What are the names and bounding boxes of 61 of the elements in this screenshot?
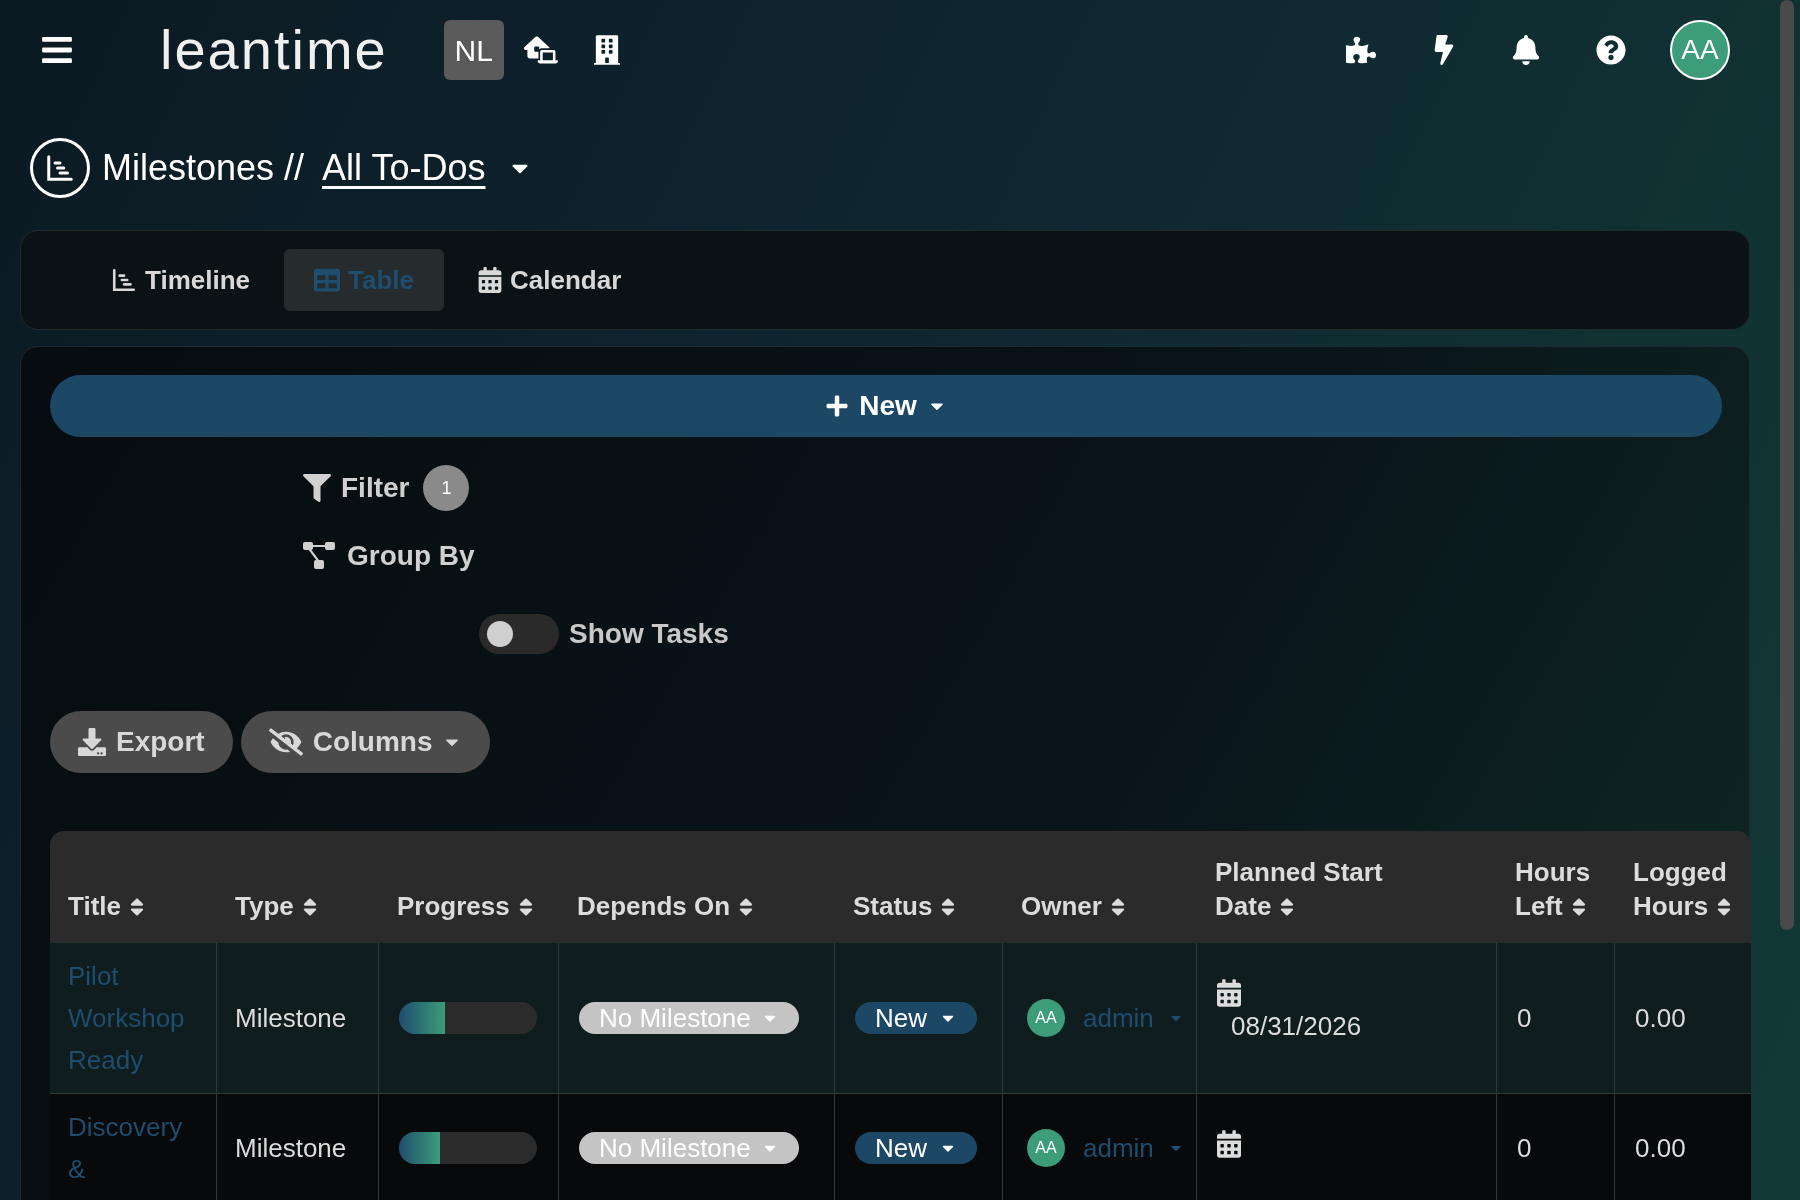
sort-icon: [1570, 896, 1587, 918]
sort-icon: [940, 896, 957, 918]
column-header[interactable]: Depends On: [559, 831, 835, 943]
help-icon[interactable]: [1596, 35, 1626, 65]
sort-icon: [1716, 896, 1733, 918]
type-cell-text: Milestone: [235, 1001, 347, 1035]
sort-icon: [1279, 896, 1296, 918]
column-header[interactable]: Planned Start Date: [1197, 831, 1497, 943]
type-cell-text: Milestone: [235, 1131, 347, 1165]
sort-icon: [517, 896, 534, 918]
planned-start-date[interactable]: 08/31/2026: [1231, 1007, 1476, 1046]
sort-icon: [738, 896, 755, 918]
logged-hours-cell-text: 0.00: [1635, 1001, 1686, 1035]
sort-icon: [129, 896, 145, 918]
filter-button[interactable]: Filter: [341, 467, 410, 509]
columns-button[interactable]: Columns: [240, 711, 491, 773]
column-header[interactable]: Progress: [379, 831, 559, 943]
scroll-bar[interactable]: [1780, 0, 1794, 930]
building-icon[interactable]: [593, 35, 620, 65]
puzzle-icon[interactable]: [1346, 35, 1376, 65]
show-tasks-label: Show Tasks: [569, 617, 729, 651]
view-tab[interactable]: Timeline: [81, 249, 280, 311]
column-header[interactable]: Owner: [1003, 831, 1197, 943]
filter-icon: [303, 474, 331, 502]
group-by-button[interactable]: Group By: [347, 535, 475, 577]
timeline-icon: [45, 153, 75, 183]
sort-icon: [1109, 896, 1126, 918]
view-selector[interactable]: All To-Dos: [322, 141, 486, 195]
logged-hours-cell-text: 0.00: [1635, 1131, 1686, 1165]
group-by-icon: [303, 542, 335, 570]
column-header[interactable]: Status: [835, 831, 1003, 943]
hours-left-cell-text: 0: [1517, 1131, 1532, 1165]
column-header[interactable]: Logged Hours: [1615, 831, 1750, 943]
timeline-icon: [111, 267, 137, 293]
calendar-icon: [478, 267, 502, 293]
filter-count-badge: 1: [423, 465, 470, 511]
calendar-icon[interactable]: [1217, 979, 1241, 1007]
download-icon: [78, 728, 106, 756]
page-title: Milestones //: [102, 146, 305, 190]
status-dropdown[interactable]: New: [855, 1002, 977, 1034]
column-header[interactable]: Title: [50, 831, 217, 943]
table-icon: [314, 267, 340, 293]
column-header[interactable]: Type: [217, 831, 379, 943]
eye-slash-icon: [268, 728, 303, 756]
calendar-icon[interactable]: [1217, 1130, 1241, 1158]
owner-avatar: AA: [1027, 999, 1065, 1037]
export-button[interactable]: Export: [50, 711, 233, 773]
bell-icon[interactable]: [1512, 35, 1540, 65]
new-button[interactable]: New: [50, 375, 1722, 437]
plus-icon: [825, 394, 850, 418]
show-tasks-toggle[interactable]: [479, 614, 559, 654]
status-dropdown[interactable]: New: [855, 1132, 977, 1164]
sort-icon: [301, 896, 318, 918]
workspace-button[interactable]: NL: [443, 20, 504, 80]
column-header[interactable]: Hours Left: [1497, 831, 1615, 943]
house-laptop-icon[interactable]: [523, 35, 558, 65]
view-tab[interactable]: Calendar: [448, 249, 652, 311]
hours-left-cell-text: 0: [1517, 1001, 1532, 1035]
bolt-icon[interactable]: [1432, 35, 1456, 65]
owner-avatar: AA: [1027, 1129, 1065, 1167]
logo[interactable]: leantime: [160, 22, 388, 78]
